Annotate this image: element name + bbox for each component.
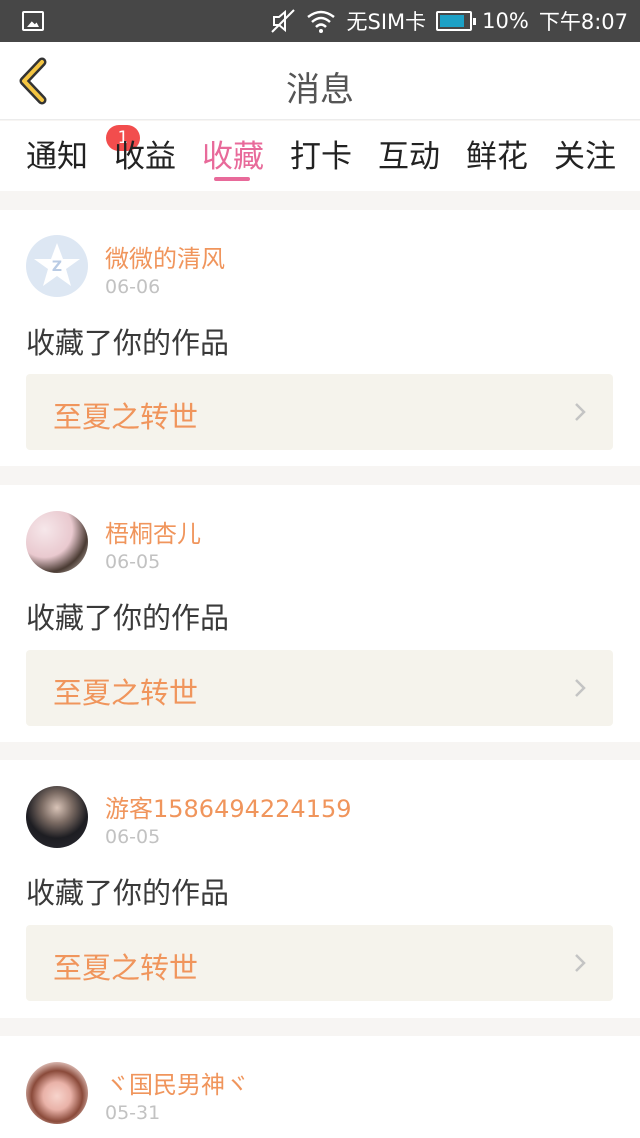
tab-bar: 通知 1 收益 收藏 打卡 互动 鲜花 关注 [0, 121, 640, 191]
tab-interaction[interactable]: 互动 [378, 131, 440, 176]
tab-label: 鲜花 [466, 139, 528, 175]
app-header: 消息 [0, 42, 640, 120]
page-title: 消息 [286, 70, 354, 110]
tab-flowers[interactable]: 鲜花 [466, 131, 528, 176]
tab-label: 关注 [554, 139, 616, 175]
chevron-right-icon [575, 403, 586, 421]
tab-label: 收益 [114, 139, 176, 175]
chevron-right-icon [575, 679, 586, 697]
notification-card: 梧桐杏儿 06-05 收藏了你的作品 至夏之转世 [0, 485, 640, 742]
action-text: 收藏了你的作品 [26, 876, 230, 910]
active-tab-indicator [214, 177, 250, 181]
work-link[interactable]: 至夏之转世 [26, 374, 613, 450]
username-link[interactable]: ヾ国民男神ヾ [105, 1065, 249, 1100]
notification-card: 游客1586494224159 06-05 收藏了你的作品 至夏之转世 [0, 760, 640, 1018]
wifi-icon [306, 9, 336, 33]
notification-card: ヾ国民男神ヾ 05-31 [0, 1036, 640, 1138]
username-link[interactable]: 微微的清风 [105, 239, 225, 274]
tab-label: 收藏 [202, 139, 264, 175]
tab-favorites[interactable]: 收藏 [202, 131, 264, 176]
notification-card: Z 微微的清风 06-06 收藏了你的作品 至夏之转世 [0, 210, 640, 466]
tab-following[interactable]: 关注 [554, 131, 616, 176]
tab-earnings[interactable]: 收益 [114, 131, 176, 176]
tab-label: 互动 [378, 139, 440, 175]
status-bar: 无SIM卡 10% 下午8:07 [0, 0, 640, 42]
username-link[interactable]: 梧桐杏儿 [105, 514, 201, 549]
sim-status: 无SIM卡 [346, 10, 427, 34]
tab-notifications[interactable]: 通知 1 [26, 125, 140, 176]
work-link[interactable]: 至夏之转世 [26, 925, 613, 1001]
battery-percent: 10% [482, 9, 529, 33]
notification-date: 06-06 [105, 276, 161, 298]
notification-date: 06-05 [105, 826, 161, 848]
work-title: 至夏之转世 [53, 400, 199, 434]
notification-date: 06-05 [105, 551, 161, 573]
tab-label: 通知 [26, 139, 88, 175]
work-link[interactable]: 至夏之转世 [26, 650, 613, 726]
username-link[interactable]: 游客1586494224159 [105, 789, 352, 824]
work-title: 至夏之转世 [53, 676, 199, 710]
action-text: 收藏了你的作品 [26, 601, 230, 635]
action-text: 收藏了你的作品 [26, 326, 230, 360]
notification-date: 05-31 [105, 1102, 161, 1124]
tab-label: 打卡 [290, 139, 352, 175]
avatar[interactable]: Z [26, 235, 88, 297]
avatar[interactable] [26, 1062, 88, 1124]
tab-checkin[interactable]: 打卡 [290, 131, 352, 176]
avatar[interactable] [26, 511, 88, 573]
chevron-right-icon [575, 954, 586, 972]
default-star-avatar-icon: Z [34, 243, 80, 286]
mute-icon [270, 8, 296, 34]
clock: 下午8:07 [538, 10, 628, 34]
work-title: 至夏之转世 [53, 951, 199, 985]
image-notification-icon [22, 11, 44, 31]
avatar[interactable] [26, 786, 88, 848]
battery-icon [436, 11, 477, 31]
svg-text:Z: Z [52, 259, 62, 275]
